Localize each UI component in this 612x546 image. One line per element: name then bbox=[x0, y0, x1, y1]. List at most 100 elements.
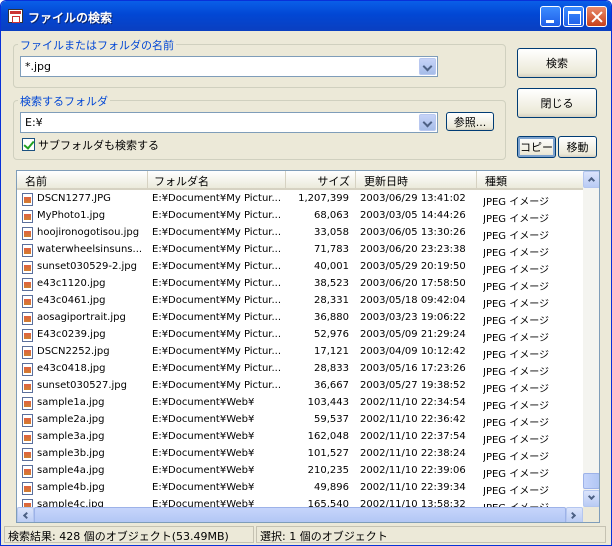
list-row[interactable]: sample4b.jpg E:¥Document¥Web¥ 49,896 2002/1… bbox=[17, 480, 583, 497]
modified-date: 2002/11/10 22:39:34 bbox=[360, 482, 466, 493]
list-row[interactable]: DSCN2252.jpg E:¥Document¥My Pictur... 17,1… bbox=[17, 344, 583, 361]
file-size: 103,443 bbox=[307, 397, 349, 408]
folder-name: E:¥Document¥Web¥ bbox=[152, 414, 255, 425]
folder-name: E:¥Document¥My Pictur... bbox=[152, 227, 280, 238]
modified-date: 2002/11/10 22:36:42 bbox=[360, 414, 466, 425]
list-row[interactable]: sample3b.jpg E:¥Document¥Web¥ 101,527 2002/… bbox=[17, 446, 583, 463]
folder-value: E:¥ bbox=[25, 116, 43, 129]
list-row[interactable]: sample4a.jpg E:¥Document¥Web¥ 210,235 2002/… bbox=[17, 463, 583, 480]
file-size: 210,235 bbox=[307, 465, 349, 476]
folder-name: E:¥Document¥My Pictur... bbox=[152, 210, 280, 221]
list-row[interactable]: MyPhoto1.jpg E:¥Document¥My Pictur... 68,0… bbox=[17, 208, 583, 225]
jpeg-file-icon bbox=[22, 261, 33, 274]
chevron-down-icon[interactable] bbox=[419, 114, 436, 131]
jpeg-file-icon bbox=[22, 244, 33, 257]
file-size: 52,976 bbox=[314, 329, 349, 340]
file-type: JPEG イメージ bbox=[483, 197, 550, 208]
file-type: JPEG イメージ bbox=[483, 384, 550, 395]
filename-combo[interactable]: *.jpg bbox=[20, 56, 438, 77]
folder-name: E:¥Document¥Web¥ bbox=[152, 448, 255, 459]
copy-button[interactable]: コピー bbox=[517, 136, 556, 158]
file-size: 17,121 bbox=[314, 346, 349, 357]
file-type: JPEG イメージ bbox=[483, 231, 550, 242]
folder-name: E:¥Document¥My Pictur... bbox=[152, 244, 280, 255]
subfolder-label: サブフォルダも検索する bbox=[38, 139, 159, 152]
horizontal-scrollbar[interactable] bbox=[17, 507, 583, 522]
list-row[interactable]: e43c0418.jpg E:¥Document¥My Pictur... 28,8… bbox=[17, 361, 583, 378]
modified-date: 2003/05/16 17:23:26 bbox=[360, 363, 466, 374]
list-row[interactable]: waterwheelsinsuns... E:¥Document¥My Pictu… bbox=[17, 242, 583, 259]
chevron-down-icon[interactable] bbox=[419, 58, 436, 75]
vertical-scroll-thumb[interactable] bbox=[583, 473, 599, 489]
subfolder-checkbox[interactable] bbox=[22, 138, 35, 151]
column-header-size[interactable]: サイズ bbox=[286, 171, 356, 188]
modified-date: 2003/05/18 09:42:04 bbox=[360, 295, 466, 306]
maximize-button[interactable] bbox=[563, 6, 584, 27]
file-name: sample3a.jpg bbox=[37, 431, 105, 442]
chevron-left-icon bbox=[22, 511, 31, 520]
close-window-button[interactable] bbox=[586, 6, 607, 27]
scroll-down-button[interactable] bbox=[583, 490, 599, 507]
jpeg-file-icon bbox=[22, 414, 33, 427]
vertical-scrollbar[interactable] bbox=[583, 171, 599, 507]
file-name: sample3b.jpg bbox=[37, 448, 105, 459]
column-header-name[interactable]: 名前 bbox=[17, 171, 148, 188]
folder-name: E:¥Document¥My Pictur... bbox=[152, 193, 280, 204]
column-header-date[interactable]: 更新日時 bbox=[356, 171, 477, 188]
minimize-button[interactable] bbox=[540, 6, 561, 27]
modified-date: 2003/06/20 23:23:38 bbox=[360, 244, 466, 255]
list-row[interactable]: DSCN1277.JPG E:¥Document¥My Pictur... 1,20… bbox=[17, 191, 583, 208]
folder-name: E:¥Document¥My Pictur... bbox=[152, 312, 280, 323]
list-row[interactable]: E43c0239.jpg E:¥Document¥My Pictur... 52,9… bbox=[17, 327, 583, 344]
title-bar[interactable]: ファイルの検索 bbox=[1, 1, 611, 31]
browse-button[interactable]: 参照... bbox=[446, 112, 494, 131]
list-rows: DSCN1277.JPG E:¥Document¥My Pictur... 1,20… bbox=[17, 191, 583, 514]
modified-date: 2003/05/09 21:29:24 bbox=[360, 329, 466, 340]
file-name: E43c0239.jpg bbox=[37, 329, 106, 340]
file-type: JPEG イメージ bbox=[483, 401, 550, 412]
file-name: sunset030527.jpg bbox=[37, 380, 127, 391]
file-size: 38,523 bbox=[314, 278, 349, 289]
modified-date: 2003/06/29 13:41:02 bbox=[360, 193, 466, 204]
scroll-up-button[interactable] bbox=[583, 171, 599, 188]
file-name: e43c1120.jpg bbox=[37, 278, 106, 289]
file-type: JPEG イメージ bbox=[483, 282, 550, 293]
folder-name: E:¥Document¥Web¥ bbox=[152, 465, 255, 476]
folder-name: E:¥Document¥My Pictur... bbox=[152, 363, 280, 374]
list-row[interactable]: e43c1120.jpg E:¥Document¥My Pictur... 38,5… bbox=[17, 276, 583, 293]
status-selection: 選択: 1 個のオブジェクト bbox=[256, 526, 606, 543]
jpeg-file-icon bbox=[22, 210, 33, 223]
file-size: 162,048 bbox=[307, 431, 349, 442]
close-button[interactable]: 閉じる bbox=[517, 88, 597, 118]
jpeg-file-icon bbox=[22, 363, 33, 376]
list-row[interactable]: sample2a.jpg E:¥Document¥Web¥ 59,537 2002/1… bbox=[17, 412, 583, 429]
column-header-folder[interactable]: フォルダ名 bbox=[148, 171, 286, 188]
modified-date: 2003/05/29 20:19:50 bbox=[360, 261, 466, 272]
file-type: JPEG イメージ bbox=[483, 367, 550, 378]
file-name: sunset030529-2.jpg bbox=[37, 261, 137, 272]
file-name: DSCN1277.JPG bbox=[37, 193, 111, 204]
search-button[interactable]: 検索 bbox=[517, 48, 597, 78]
list-row[interactable]: sample3a.jpg E:¥Document¥Web¥ 162,048 2002/… bbox=[17, 429, 583, 446]
list-row[interactable]: hoojironogotisou.jpg E:¥Document¥My Pictu… bbox=[17, 225, 583, 242]
list-row[interactable]: aosagiportrait.jpg E:¥Document¥My Pictur.… bbox=[17, 310, 583, 327]
file-type: JPEG イメージ bbox=[483, 452, 550, 463]
file-size: 101,527 bbox=[307, 448, 349, 459]
scroll-left-button[interactable] bbox=[17, 507, 34, 522]
move-button[interactable]: 移動 bbox=[558, 136, 597, 158]
column-header-type[interactable]: 種類 bbox=[477, 171, 583, 188]
list-row[interactable]: sunset030529-2.jpg E:¥Document¥My Pictur.… bbox=[17, 259, 583, 276]
file-name: sample2a.jpg bbox=[37, 414, 105, 425]
file-size: 40,001 bbox=[314, 261, 349, 272]
results-list[interactable]: 名前 フォルダ名 サイズ 更新日時 種類 DSCN1277.JPG E:¥Docu… bbox=[16, 170, 600, 523]
folder-combo[interactable]: E:¥ bbox=[20, 112, 438, 133]
scroll-right-button[interactable] bbox=[566, 507, 583, 522]
list-row[interactable]: sunset030527.jpg E:¥Document¥My Pictur...… bbox=[17, 378, 583, 395]
file-size: 68,063 bbox=[314, 210, 349, 221]
list-row[interactable]: e43c0461.jpg E:¥Document¥My Pictur... 28,3… bbox=[17, 293, 583, 310]
horizontal-scroll-thumb[interactable] bbox=[34, 507, 566, 522]
list-row[interactable]: sample1a.jpg E:¥Document¥Web¥ 103,443 2002/… bbox=[17, 395, 583, 412]
file-type: JPEG イメージ bbox=[483, 316, 550, 327]
jpeg-file-icon bbox=[22, 312, 33, 325]
file-name: MyPhoto1.jpg bbox=[37, 210, 106, 221]
